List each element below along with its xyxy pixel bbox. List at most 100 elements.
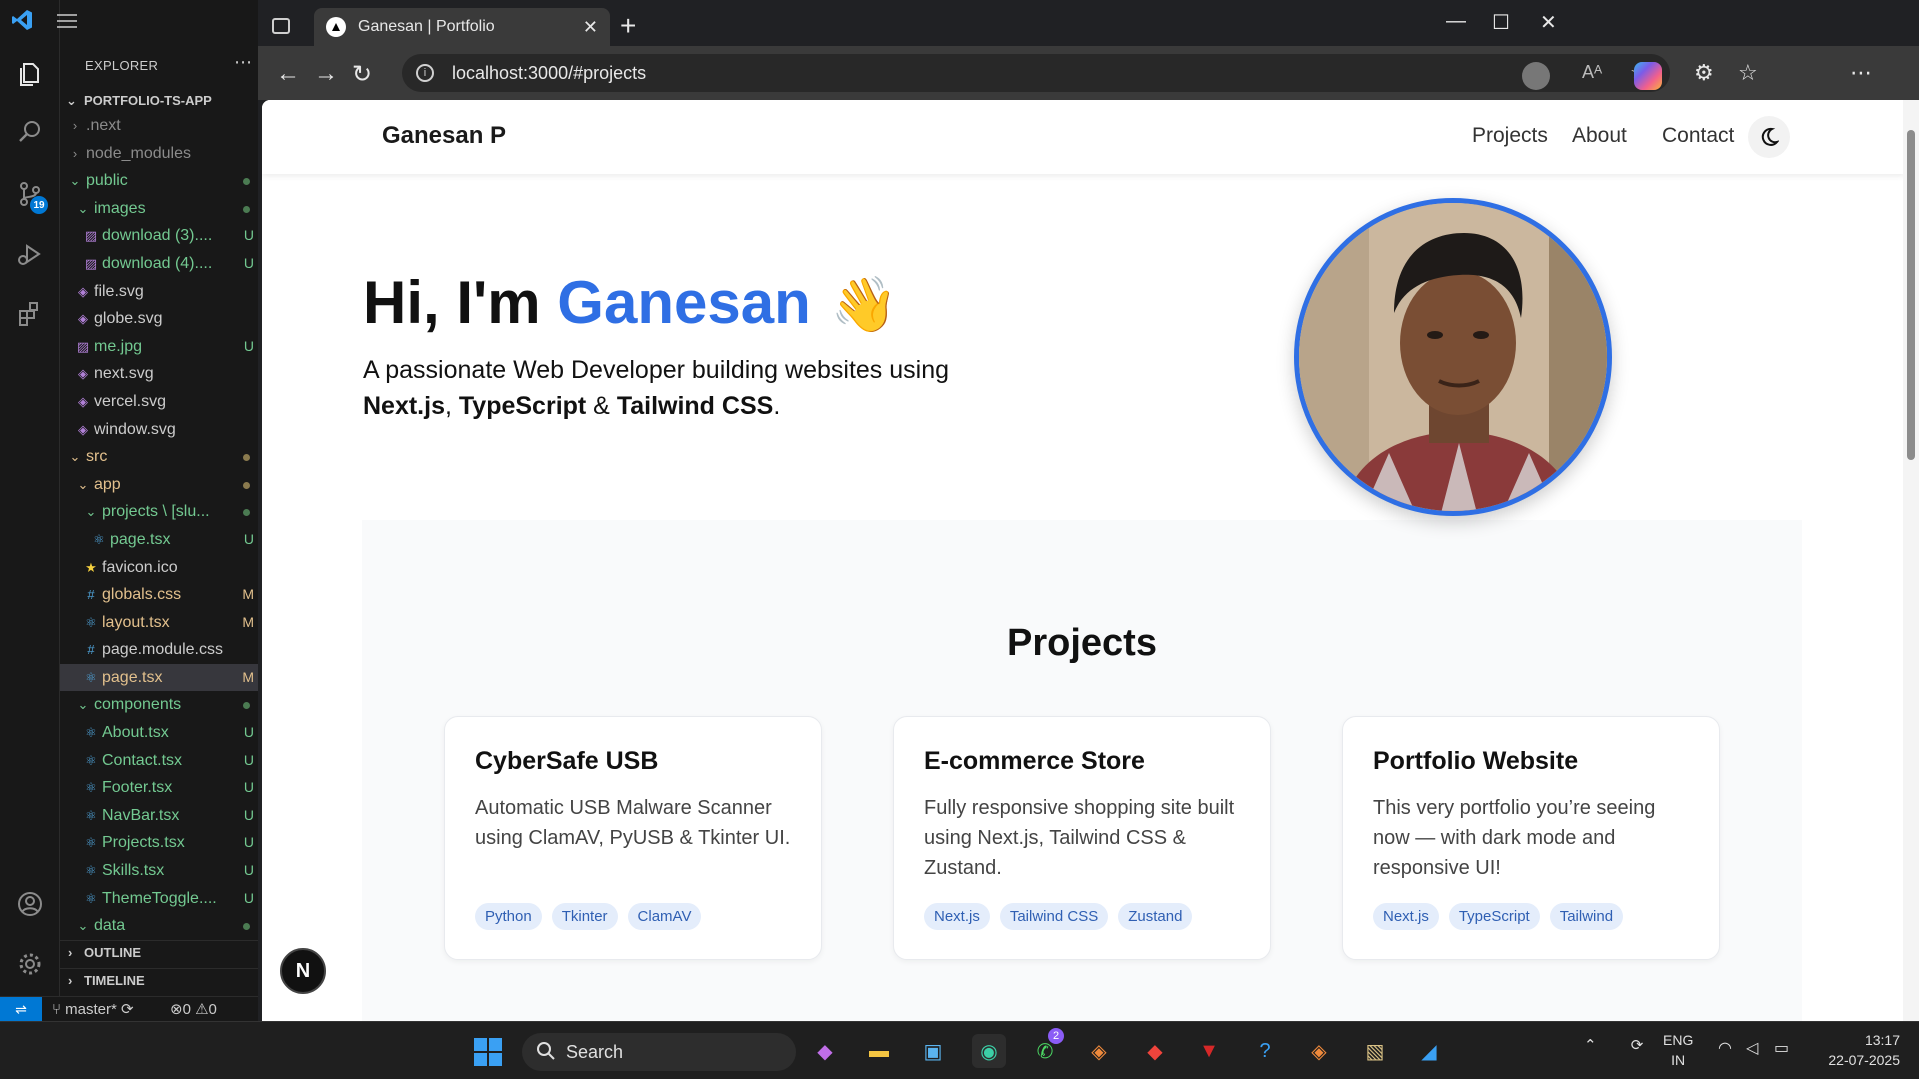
address-bar[interactable]: i localhost:3000/#projects Aᴬ ☆ (402, 54, 1670, 92)
tree-item[interactable]: ⚛ About.tsx U (60, 719, 258, 747)
brave-icon[interactable]: ◈ (1082, 1034, 1116, 1068)
remote-indicator-icon[interactable]: ⇌ (0, 997, 42, 1022)
favorites-icon[interactable]: ☆ (1738, 60, 1758, 86)
new-tab-icon[interactable]: + (620, 10, 636, 42)
vscode-taskbar-icon[interactable]: ◢ (1412, 1034, 1446, 1068)
tab-close-icon[interactable]: ✕ (583, 17, 598, 38)
wifi-icon[interactable]: ◠ (1718, 1038, 1732, 1058)
clock[interactable]: 13:17 22-07-2025 (1810, 1030, 1900, 1070)
read-aloud-icon[interactable]: Aᴬ (1582, 62, 1602, 83)
maximize-icon[interactable]: ☐ (1492, 10, 1510, 35)
store-icon[interactable]: ▣ (916, 1034, 950, 1068)
project-card[interactable]: CyberSafe USB Automatic USB Malware Scan… (444, 716, 822, 960)
edge-browser-icon[interactable]: ◉ (972, 1034, 1006, 1068)
tree-item[interactable]: # page.module.css (60, 636, 258, 664)
more-actions-icon[interactable]: ⋯ (234, 52, 252, 73)
tree-item[interactable]: ▨ download (4).... U (60, 250, 258, 278)
anydesk-icon[interactable]: ◆ (1138, 1034, 1172, 1068)
nextjs-dev-badge[interactable]: N (280, 948, 326, 994)
sync-icon[interactable]: ⟳ (121, 1001, 134, 1018)
profile-avatar[interactable] (1522, 62, 1550, 90)
tree-item[interactable]: ⚛ ThemeToggle.... U (60, 885, 258, 913)
tree-item[interactable]: ◈ vercel.svg (60, 388, 258, 416)
timeline-panel-header[interactable]: › TIMELINE (60, 968, 258, 992)
theme-toggle-button[interactable] (1748, 116, 1790, 158)
tree-item[interactable]: ⌄ src (60, 443, 258, 471)
tree-item[interactable]: ⚛ Skills.tsx U (60, 857, 258, 885)
tree-item[interactable]: ◈ file.svg (60, 278, 258, 306)
nav-contact[interactable]: Contact (1662, 124, 1734, 148)
tree-item[interactable]: ⚛ page.tsx M (60, 663, 258, 692)
nav-about[interactable]: About (1572, 124, 1627, 148)
tree-item[interactable]: ⚛ NavBar.tsx U (60, 802, 258, 830)
project-card[interactable]: Portfolio Website This very portfolio yo… (1342, 716, 1720, 960)
file-explorer-icon[interactable]: ▬ (862, 1034, 896, 1068)
tree-item[interactable]: ⚛ Footer.tsx U (60, 774, 258, 802)
tree-item[interactable]: ◈ window.svg (60, 416, 258, 444)
settings-more-icon[interactable]: ⋯ (1850, 60, 1872, 86)
start-windows-icon[interactable] (474, 1038, 502, 1066)
site-brand[interactable]: Ganesan P (382, 122, 506, 150)
site-info-icon[interactable]: i (416, 64, 434, 82)
forward-icon[interactable]: → (314, 60, 338, 88)
wsl-icon[interactable]: ▧ (1358, 1034, 1392, 1068)
tree-item[interactable]: ⚛ Contact.tsx U (60, 747, 258, 775)
run-debug-icon[interactable] (0, 226, 60, 282)
refresh-icon[interactable]: ↻ (352, 60, 372, 89)
extensions-puzzle-icon[interactable]: ⚙ (1694, 60, 1714, 86)
tree-item[interactable]: ⚛ Projects.tsx U (60, 829, 258, 857)
account-icon[interactable] (0, 876, 60, 932)
help-icon[interactable]: ? (1248, 1034, 1282, 1068)
git-status-badge: M (242, 613, 254, 630)
tree-item[interactable]: ◈ next.svg (60, 360, 258, 388)
tree-item[interactable]: ⌄ app (60, 471, 258, 499)
tree-item[interactable]: # globals.css M (60, 581, 258, 609)
tab-actions-icon[interactable] (272, 18, 290, 34)
tree-item[interactable]: ▨ download (3).... U (60, 222, 258, 250)
project-card[interactable]: E-commerce Store Fully responsive shoppi… (893, 716, 1271, 960)
source-control-icon[interactable] (0, 166, 60, 222)
extensions-icon[interactable] (0, 286, 60, 342)
tree-item[interactable]: ⌄ projects \ [slu... (60, 498, 258, 526)
explorer-icon[interactable] (0, 46, 60, 102)
tree-item[interactable]: ⌄ images (60, 195, 258, 223)
page-scrollbar[interactable] (1903, 100, 1919, 1021)
nav-projects[interactable]: Projects (1472, 124, 1548, 148)
tree-item[interactable]: ⚛ layout.tsx M (60, 609, 258, 637)
taskbar-search[interactable]: Search (522, 1033, 796, 1071)
problems-indicator[interactable]: ⊗0 ⚠0 (170, 1000, 217, 1018)
tree-item[interactable]: › node_modules (60, 140, 258, 168)
chevron-up-icon[interactable]: ⌃ (1584, 1037, 1597, 1054)
copilot-app-icon[interactable]: ◆ (808, 1034, 842, 1068)
menu-icon[interactable] (56, 12, 78, 30)
git-branch[interactable]: ⑂ master* ⟳ (52, 1000, 134, 1018)
search-icon[interactable] (0, 104, 60, 160)
minimize-icon[interactable]: — (1446, 10, 1466, 33)
chevron-right-icon: › (68, 973, 73, 988)
whatsapp-icon[interactable]: ✆ 2 (1028, 1028, 1064, 1068)
moon-icon (1761, 127, 1779, 146)
sync-tray-icon[interactable]: ⟳ (1631, 1037, 1644, 1054)
settings-gear-icon[interactable] (0, 936, 60, 992)
tree-item[interactable]: ★ favicon.ico (60, 554, 258, 582)
tree-item[interactable]: ▨ me.jpg U (60, 333, 258, 361)
tree-item[interactable]: ⌄ data (60, 912, 258, 940)
tree-item[interactable]: ⌄ components (60, 691, 258, 719)
language-indicator[interactable]: ENG IN (1663, 1030, 1693, 1070)
tree-item[interactable]: ⚛ page.tsx U (60, 526, 258, 554)
tree-item[interactable]: › .next (60, 112, 258, 140)
battery-icon[interactable]: ▭ (1774, 1038, 1789, 1058)
brave-alt-icon[interactable]: ◈ (1302, 1034, 1336, 1068)
volume-icon[interactable]: ◁ (1746, 1038, 1758, 1058)
project-root-header[interactable]: ⌄ PORTFOLIO-TS-APP (60, 90, 258, 112)
tree-item[interactable]: ◈ globe.svg (60, 305, 258, 333)
copilot-icon[interactable] (1634, 62, 1662, 90)
close-window-icon[interactable]: ✕ (1540, 10, 1557, 35)
mcafee-icon[interactable]: ▼ (1192, 1034, 1226, 1068)
back-icon[interactable]: ← (276, 60, 300, 88)
scroll-thumb[interactable] (1907, 130, 1915, 460)
tab-active[interactable]: Ganesan | Portfolio ✕ (314, 8, 610, 46)
outline-panel-header[interactable]: › OUTLINE (60, 940, 258, 964)
tree-item-label: node_modules (86, 144, 191, 162)
tree-item[interactable]: ⌄ public (60, 167, 258, 195)
